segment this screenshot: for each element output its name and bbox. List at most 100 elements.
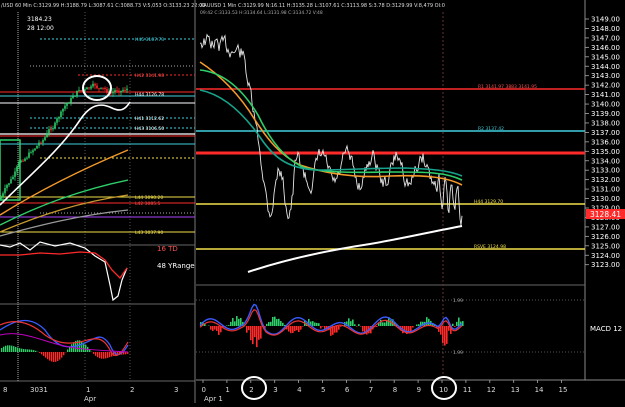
macd-bar xyxy=(234,321,236,326)
macd-bar xyxy=(226,325,228,326)
macd-bar xyxy=(230,322,232,326)
current-price-label: 3128.41 xyxy=(590,210,621,219)
candle-body xyxy=(24,159,26,161)
macd-bar xyxy=(296,326,298,330)
osc-bar xyxy=(93,352,94,354)
price-tick-label: 3126.00 xyxy=(591,233,620,241)
macd-bar xyxy=(292,326,294,333)
macd-bar xyxy=(418,324,420,326)
left-level-label: L43 3037.90 xyxy=(135,230,163,236)
osc-bar xyxy=(67,349,68,352)
macd-bar xyxy=(456,322,458,326)
macd-bar xyxy=(266,324,268,326)
left-axis-label-0: 8 xyxy=(3,386,7,394)
left-date-time: 28 12:00 xyxy=(27,25,54,32)
candle-body xyxy=(54,123,56,128)
left-level-label: L44 3090.20 xyxy=(135,195,163,201)
osc-bar xyxy=(109,352,110,357)
macd-bar xyxy=(236,316,238,326)
osc-bar xyxy=(101,352,102,359)
left-chart-header: /USD 60 Min C:3129.99 H:3188.79 L:3087.6… xyxy=(1,3,206,9)
macd-bar xyxy=(280,321,282,326)
osc-bar xyxy=(53,352,54,362)
macd-bar xyxy=(322,326,324,327)
macd-bar xyxy=(252,326,254,344)
price-tick-label: 3136.00 xyxy=(591,138,620,146)
right-level-label-3: RSVE 3124.98 xyxy=(474,244,506,250)
macd-bar xyxy=(426,317,428,326)
time-tick-label: 10 xyxy=(439,386,448,394)
macd-bar xyxy=(356,326,358,327)
candle-body xyxy=(34,149,36,151)
osc-bar xyxy=(57,352,58,361)
candle-body xyxy=(64,106,66,109)
macd-bar xyxy=(214,326,216,330)
candle-body xyxy=(62,109,64,112)
macd-bar xyxy=(384,322,386,326)
macd-bar xyxy=(218,326,220,335)
osc-bar xyxy=(23,349,24,352)
macd-bar xyxy=(462,321,464,326)
candle-body xyxy=(74,96,76,97)
candle-body xyxy=(50,129,52,130)
candle-body xyxy=(14,172,16,177)
macd-bar xyxy=(246,326,248,333)
macd-bar xyxy=(448,326,450,331)
candle-body xyxy=(96,86,98,89)
macd-bar xyxy=(248,326,250,330)
left-axis-label-1: 3031 xyxy=(30,386,48,394)
macd-bar xyxy=(352,320,354,326)
price-tick-label: 3140.00 xyxy=(591,101,620,109)
macd-bar xyxy=(282,323,284,326)
candle-body xyxy=(102,88,104,89)
left-month-label: Apr xyxy=(84,395,96,403)
osc-bar xyxy=(43,352,44,356)
macd-bar xyxy=(386,321,388,326)
macd-bar xyxy=(210,326,212,330)
candle-body xyxy=(66,103,68,106)
candle-body xyxy=(22,161,24,162)
price-tick-label: 3124.00 xyxy=(591,252,620,260)
macd-bar xyxy=(274,317,276,326)
candle-body xyxy=(58,117,60,118)
osc-bar xyxy=(41,352,42,354)
candle-body xyxy=(46,133,48,137)
candle-body xyxy=(42,140,44,143)
macd-bar xyxy=(278,319,280,326)
osc-bar xyxy=(97,352,98,357)
osc-bar xyxy=(99,352,100,358)
macd-tick-0: 1.99 xyxy=(453,298,463,304)
osc-bar xyxy=(33,350,34,352)
right-level-label-1: R2 3137.42 xyxy=(478,126,504,132)
macd-bar xyxy=(228,325,230,326)
osc-bar xyxy=(9,345,10,352)
macd-bar xyxy=(458,318,460,326)
candle-body xyxy=(56,118,58,122)
candle-body xyxy=(60,112,62,118)
macd-bar xyxy=(320,326,322,328)
candle-body xyxy=(118,91,120,93)
left-date-price: 3184.23 xyxy=(27,16,52,23)
osc-bar xyxy=(13,346,14,352)
macd-bar xyxy=(232,318,234,326)
time-tick-label: 14 xyxy=(535,386,544,394)
macd-bar xyxy=(442,326,444,343)
candle-body xyxy=(104,88,106,89)
osc-bar xyxy=(31,350,32,352)
macd-bar xyxy=(254,326,256,337)
price-tick-label: 3125.00 xyxy=(591,242,620,250)
macd-bar xyxy=(276,319,278,326)
candle-body xyxy=(30,152,32,153)
osc-bar xyxy=(15,347,16,352)
osc-bar xyxy=(35,351,36,352)
right-level-label-2: H44 3129.70 xyxy=(474,199,503,205)
macd-bar xyxy=(216,326,218,331)
macd-bar xyxy=(444,326,446,346)
macd-bar xyxy=(258,326,260,340)
price-tick-label: 3127.00 xyxy=(591,223,620,231)
price-tick-label: 3148.00 xyxy=(591,25,620,33)
macd-bar xyxy=(318,323,320,326)
macd-bar xyxy=(300,326,302,330)
price-tick-label: 3144.00 xyxy=(591,63,620,71)
osc-bar xyxy=(19,348,20,352)
